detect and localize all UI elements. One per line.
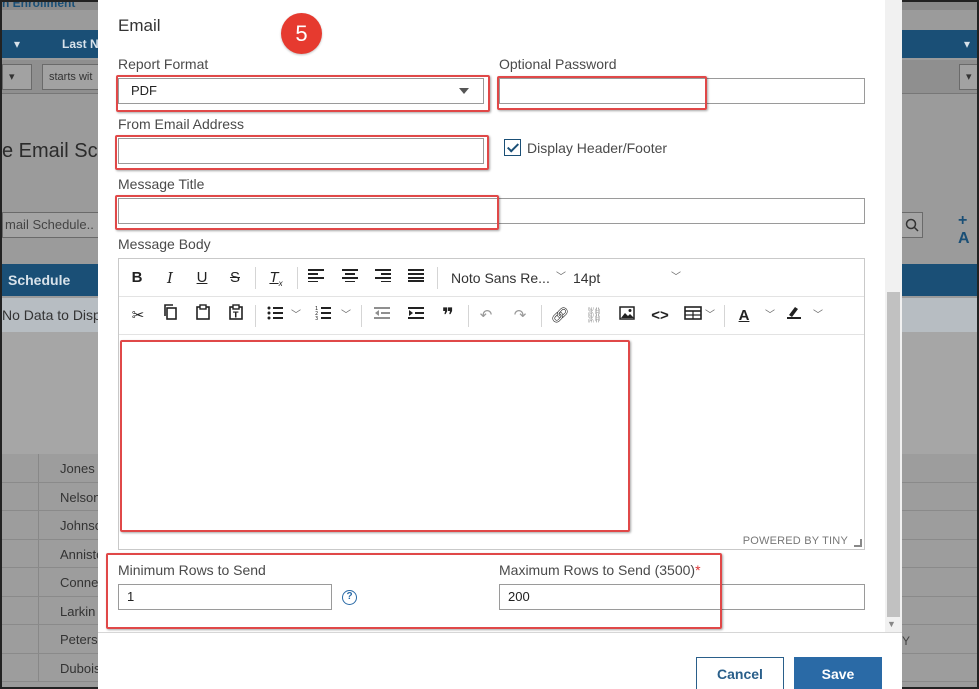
cut-icon[interactable]: ✂: [127, 303, 149, 329]
editor-toolbar-row-1: B I U S Tx Noto Sans Re... ﹀ 14pt ﹀: [119, 259, 864, 297]
powered-by-tiny: POWERED BY TINY: [742, 535, 848, 547]
undo-icon[interactable]: ↶: [475, 303, 497, 329]
bg-filter-text: starts wit: [42, 64, 102, 90]
bold-icon[interactable]: B: [127, 265, 147, 291]
image-icon[interactable]: [616, 303, 638, 329]
chevron-down-icon: ﹀: [765, 310, 775, 321]
max-rows-input[interactable]: 200: [499, 584, 865, 610]
optional-password-label: Optional Password: [499, 56, 617, 72]
editor-toolbar-row-2: ✂ T ﹀ 123 ﹀ ❞ ↶ ↷ 🔗︎ ⛓︎ <> ﹀ A ﹀ ﹀: [119, 297, 864, 335]
display-header-footer-checkbox[interactable]: [504, 139, 521, 156]
bullet-list-icon[interactable]: [265, 303, 285, 329]
resize-handle-icon[interactable]: [854, 539, 862, 547]
message-body-label: Message Body: [118, 236, 211, 252]
bg-filter-dropdown-right: ▾: [959, 64, 977, 90]
display-header-footer-label: Display Header/Footer: [527, 140, 668, 156]
unlink-icon[interactable]: ⛓︎: [583, 303, 605, 329]
bg-header-caret-right: ▾: [964, 37, 971, 51]
min-rows-label: Minimum Rows to Send: [118, 562, 266, 578]
optional-password-input[interactable]: [499, 78, 865, 104]
help-icon[interactable]: ?: [342, 590, 357, 605]
bg-top-text: n Enrollment: [2, 0, 76, 10]
from-email-input[interactable]: [118, 138, 484, 164]
font-family-select[interactable]: Noto Sans Re...: [451, 265, 550, 291]
max-rows-label: Maximum Rows to Send (3500)*: [499, 562, 701, 578]
bg-header-last-name: Last N: [62, 37, 99, 51]
justify-icon[interactable]: [405, 265, 427, 291]
bg-search-input: mail Schedule..: [2, 212, 102, 238]
align-center-icon[interactable]: [339, 265, 361, 291]
email-modal: Email 5 Report Format PDF Optional Passw…: [98, 0, 902, 689]
link-icon[interactable]: 🔗︎: [549, 303, 571, 329]
redo-icon[interactable]: ↷: [509, 303, 531, 329]
chevron-down-icon: [459, 88, 469, 94]
clear-formatting-icon[interactable]: Tx: [265, 265, 287, 291]
scroll-down-arrow-icon[interactable]: ▼: [887, 619, 896, 629]
paste-text-icon[interactable]: T: [225, 303, 247, 329]
table-icon[interactable]: [682, 303, 704, 329]
underline-icon[interactable]: U: [192, 265, 212, 291]
numbered-list-icon[interactable]: 123: [313, 303, 333, 329]
svg-text:3: 3: [315, 316, 318, 320]
indent-icon[interactable]: [405, 303, 427, 329]
text-color-icon[interactable]: A: [733, 303, 755, 329]
report-format-label: Report Format: [118, 56, 209, 72]
chevron-down-icon: ﹀: [341, 310, 351, 321]
step-badge: 5: [281, 13, 322, 54]
save-button[interactable]: Save: [794, 657, 882, 689]
chevron-down-icon: ﹀: [556, 272, 566, 283]
message-body-content[interactable]: [119, 336, 864, 532]
bg-filter-dropdown: ▾: [2, 64, 32, 90]
align-right-icon[interactable]: [372, 265, 394, 291]
blockquote-icon[interactable]: ❞: [437, 303, 459, 329]
copy-icon[interactable]: [159, 303, 181, 329]
message-title-input[interactable]: [118, 198, 865, 224]
chevron-down-icon: ﹀: [291, 310, 301, 321]
message-title-label: Message Title: [118, 176, 205, 192]
chevron-down-icon: ﹀: [705, 310, 715, 321]
paste-icon[interactable]: [192, 303, 214, 329]
report-format-select[interactable]: PDF: [118, 78, 484, 104]
bg-search-button: [899, 212, 923, 238]
footer-divider: [98, 632, 902, 633]
code-icon[interactable]: <>: [649, 303, 671, 329]
svg-text:T: T: [233, 311, 239, 320]
search-icon: [905, 218, 919, 232]
bg-header-caret: ▾: [14, 37, 21, 51]
bg-add-button: + A: [958, 212, 970, 247]
message-body-editor: B I U S Tx Noto Sans Re... ﹀ 14pt ﹀ ✂ T …: [118, 258, 865, 550]
min-rows-input[interactable]: 1: [118, 584, 332, 610]
outdent-icon[interactable]: [371, 303, 393, 329]
font-size-select[interactable]: 14pt: [573, 265, 600, 291]
italic-icon[interactable]: I: [160, 265, 180, 291]
from-email-label: From Email Address: [118, 116, 245, 132]
bg-right-char: Y: [902, 634, 911, 648]
chevron-down-icon: ﹀: [671, 272, 681, 283]
report-format-value: PDF: [131, 83, 157, 98]
modal-scrollbar-thumb[interactable]: [887, 292, 900, 617]
strikethrough-icon[interactable]: S: [225, 265, 245, 291]
align-left-icon[interactable]: [305, 265, 327, 291]
required-mark: *: [695, 562, 701, 578]
chevron-down-icon: ﹀: [813, 310, 823, 321]
modal-title: Email: [118, 16, 161, 35]
cancel-button[interactable]: Cancel: [696, 657, 784, 689]
bg-page-title: e Email Sch: [2, 140, 109, 162]
highlight-color-icon[interactable]: [783, 303, 805, 329]
